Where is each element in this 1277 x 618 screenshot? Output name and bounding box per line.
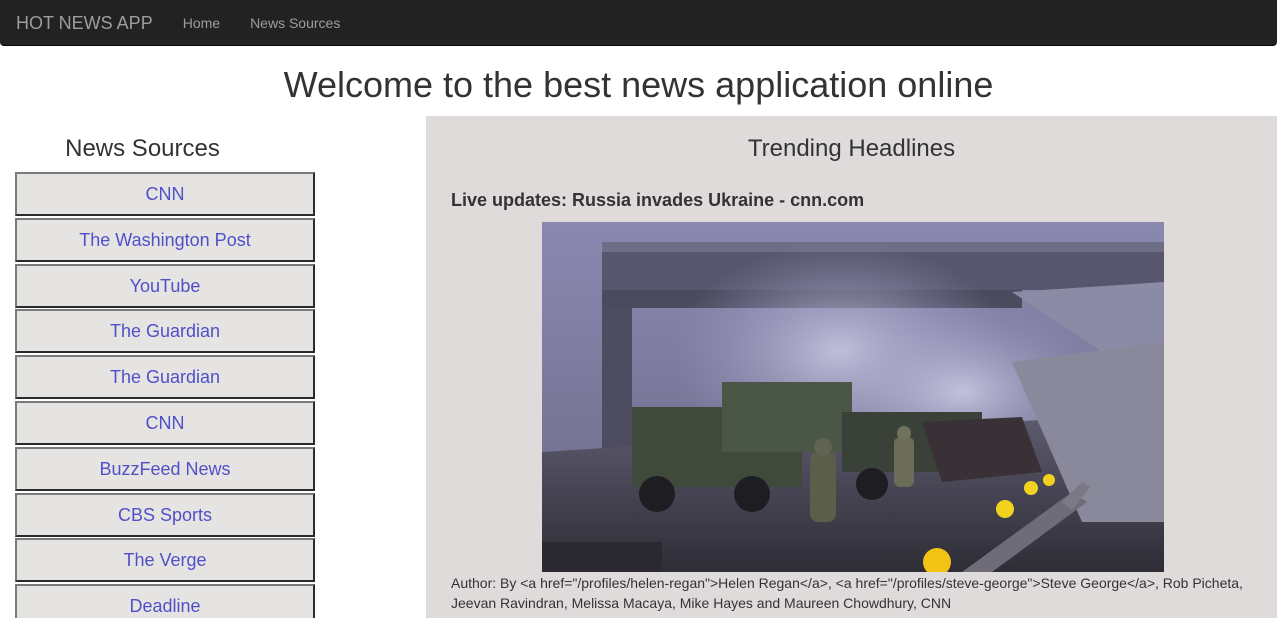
source-button[interactable]: BuzzFeed News	[15, 447, 315, 491]
source-button[interactable]: CNN	[15, 401, 315, 445]
top-navbar: HOT NEWS APP Home News Sources	[0, 0, 1277, 46]
source-button[interactable]: The Washington Post	[15, 218, 315, 262]
source-label: CNN	[145, 412, 185, 433]
source-button[interactable]: CBS Sports	[15, 493, 315, 537]
source-button[interactable]: The Guardian	[15, 355, 315, 399]
source-label: Deadline	[129, 595, 201, 616]
brand-link[interactable]: HOT NEWS APP	[0, 3, 168, 43]
trending-headlines-panel: Trending Headlines Live updates: Russia …	[426, 116, 1277, 618]
source-label: BuzzFeed News	[99, 458, 231, 479]
article-photo-illustration	[542, 222, 1164, 572]
nav-home-link[interactable]: Home	[168, 3, 235, 43]
source-button[interactable]: Deadline	[15, 584, 315, 618]
nav-news-sources-link[interactable]: News Sources	[235, 3, 355, 43]
source-label: CNN	[145, 183, 185, 204]
source-button[interactable]: The Guardian	[15, 309, 315, 353]
article-image[interactable]	[542, 222, 1164, 572]
article-headline[interactable]: Live updates: Russia invades Ukraine - c…	[451, 190, 864, 211]
source-label: The Guardian	[109, 366, 221, 387]
source-label: The Verge	[123, 549, 207, 570]
source-label: The Washington Post	[79, 229, 251, 250]
article-author: Author: By <a href="/profiles/helen-rega…	[451, 575, 1243, 611]
source-button[interactable]: The Verge	[15, 538, 315, 582]
source-label: YouTube	[129, 275, 201, 296]
source-label: CBS Sports	[117, 504, 213, 525]
source-label: The Guardian	[109, 320, 221, 341]
page-title: Welcome to the best news application onl…	[283, 64, 994, 105]
source-button[interactable]: CNN	[15, 172, 315, 216]
trending-headlines-heading: Trending Headlines	[747, 135, 956, 162]
news-sources-heading: News Sources	[65, 135, 220, 162]
source-button[interactable]: YouTube	[15, 264, 315, 308]
